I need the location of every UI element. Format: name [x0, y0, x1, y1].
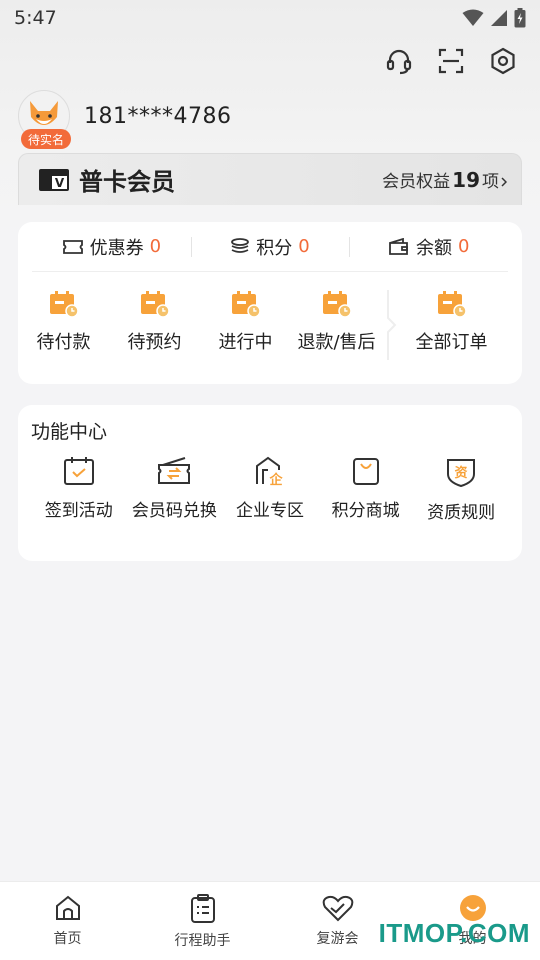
- func-member-code-label: 会员码兑换: [131, 501, 217, 521]
- func-points-mall[interactable]: 积分商城: [318, 456, 414, 523]
- stat-coupon-label: 优惠券: [89, 237, 144, 259]
- order-all[interactable]: 全部订单: [406, 290, 497, 360]
- stat-balance-value: 0: [457, 236, 470, 257]
- order-calendar-icon: [231, 290, 261, 318]
- func-checkin-label: 签到活动: [44, 501, 113, 521]
- home-icon: [54, 894, 82, 922]
- shopping-bag-icon: [351, 456, 381, 486]
- status-time: 5:47: [14, 7, 57, 29]
- rights-unit: 项: [482, 172, 499, 192]
- phone-number: 181****4786: [84, 103, 232, 129]
- rights-label: 会员权益: [382, 172, 451, 192]
- member-logo-icon: V: [39, 168, 69, 191]
- order-pending-booking[interactable]: 待预约: [109, 290, 200, 360]
- header-actions: [384, 46, 518, 76]
- signal-icon: [490, 9, 508, 27]
- func-enterprise-label: 企业专区: [235, 501, 304, 521]
- nav-home-label: 首页: [53, 931, 82, 947]
- clipboard-icon: [190, 894, 216, 924]
- scan-icon[interactable]: [436, 46, 466, 76]
- member-title: 普卡会员: [79, 168, 175, 196]
- watermark: ITMOP.COM: [378, 918, 530, 948]
- func-qualification[interactable]: 资 资质规则: [413, 456, 509, 523]
- chevron-right-icon: [501, 177, 507, 187]
- member-rights[interactable]: 会员权益 19 项: [382, 167, 507, 192]
- order-refund-label: 退款/售后: [297, 332, 376, 353]
- order-calendar-icon: [49, 290, 79, 318]
- function-center-title: 功能中心: [31, 421, 108, 443]
- order-divider-arrow: [382, 290, 402, 360]
- settings-icon[interactable]: [488, 46, 518, 76]
- assets-orders-card: 优惠券 0 积分 0 余额 0 待付款 待预约 进行中 退款/售后 全部订单: [18, 222, 522, 384]
- verify-badge[interactable]: 待实名: [21, 129, 71, 149]
- order-pending-payment[interactable]: 待付款: [18, 290, 109, 360]
- coins-icon: [230, 237, 250, 256]
- order-all-label: 全部订单: [415, 332, 488, 353]
- func-member-code[interactable]: 会员码兑换: [127, 456, 223, 523]
- orders-row: 待付款 待预约 进行中 退款/售后 全部订单: [18, 290, 522, 360]
- func-enterprise[interactable]: 企 企业专区: [222, 456, 318, 523]
- status-bar: 5:47: [0, 0, 540, 36]
- profile: 待实名 181****4786: [18, 90, 232, 149]
- order-calendar-icon: [140, 290, 170, 318]
- rights-count: 19: [452, 168, 480, 192]
- exchange-ticket-icon: [157, 456, 191, 486]
- assets-row: 优惠券 0 积分 0 余额 0: [32, 222, 508, 272]
- order-refund[interactable]: 退款/售后: [291, 290, 382, 360]
- headset-icon[interactable]: [384, 46, 414, 76]
- nav-home[interactable]: 首页: [0, 882, 135, 960]
- order-in-progress[interactable]: 进行中: [200, 290, 291, 360]
- stat-balance-label: 余额: [415, 237, 452, 259]
- status-icons: [462, 8, 526, 28]
- heart-icon: [322, 894, 354, 922]
- avatar[interactable]: 待实名: [18, 90, 71, 149]
- qualification-shield-icon: 资: [445, 456, 477, 488]
- func-points-mall-label: 积分商城: [331, 501, 400, 521]
- enterprise-building-icon: 企: [254, 456, 286, 486]
- function-grid: 签到活动 会员码兑换 企 企业专区 积分商城 资 资质规则: [31, 456, 509, 523]
- nav-trip-assistant-label: 行程助手: [174, 933, 231, 949]
- svg-text:企: 企: [268, 472, 283, 486]
- function-center-card: 功能中心 签到活动 会员码兑换 企 企业专区 积分商城 资 资质规则: [18, 405, 522, 561]
- member-logo-letter: V: [55, 176, 65, 190]
- func-qualification-label: 资质规则: [427, 503, 496, 523]
- order-in-progress-label: 进行中: [218, 332, 273, 353]
- stat-points[interactable]: 积分 0: [190, 234, 350, 260]
- stat-coupon-value: 0: [149, 236, 162, 257]
- wifi-icon: [462, 9, 484, 27]
- fox-avatar-icon: [24, 99, 64, 133]
- nav-club-label: 复游会: [316, 931, 359, 947]
- stat-points-label: 积分: [256, 237, 293, 259]
- stat-points-value: 0: [298, 236, 310, 257]
- wallet-icon: [388, 237, 410, 256]
- stat-balance[interactable]: 余额 0: [349, 234, 508, 260]
- member-card[interactable]: V 普卡会员 会员权益 19 项: [18, 153, 522, 205]
- nav-trip-assistant[interactable]: 行程助手: [135, 882, 270, 960]
- order-calendar-icon: [322, 290, 352, 318]
- func-checkin[interactable]: 签到活动: [31, 456, 127, 523]
- svg-text:资: 资: [455, 465, 468, 481]
- stat-coupon[interactable]: 优惠券 0: [32, 234, 191, 260]
- order-pending-payment-label: 待付款: [36, 332, 91, 353]
- coupon-icon: [62, 238, 84, 256]
- checkin-calendar-icon: [63, 456, 95, 486]
- order-calendar-icon: [437, 290, 467, 318]
- order-pending-booking-label: 待预约: [127, 332, 182, 353]
- battery-icon: [514, 8, 526, 28]
